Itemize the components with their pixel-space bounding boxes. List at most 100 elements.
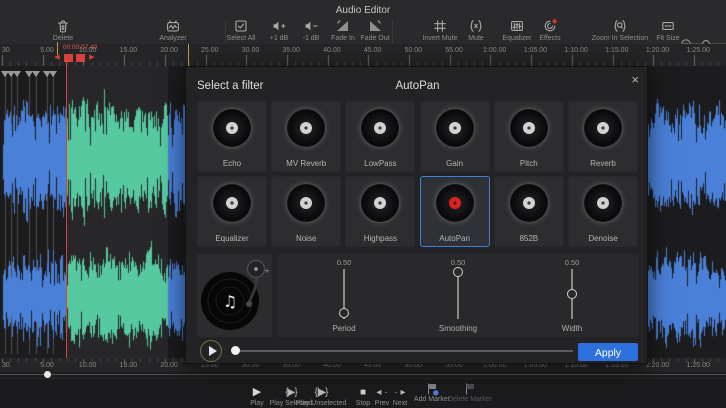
slider-thumb[interactable] <box>567 289 577 299</box>
ruler-time-label: 55.00 <box>445 47 463 54</box>
param-value: 0.50 <box>304 258 384 267</box>
toolbar-button-delete[interactable]: Delete <box>28 18 98 42</box>
apply-label: Apply <box>595 347 621 359</box>
ruler-time-label: 1:05.00 <box>524 47 547 54</box>
ruler-time-label: 15.00 <box>120 47 138 54</box>
timeline-ruler-top[interactable]: 305.0010.0015.0020.0025.0030.0035.0040.0… <box>0 44 726 67</box>
filter-tile-mv-reverb[interactable]: MV Reverb <box>271 101 341 172</box>
slider-thumb[interactable] <box>339 308 349 318</box>
fit-size-icon <box>633 18 703 34</box>
effects-icon <box>515 18 585 34</box>
playhead-handle[interactable] <box>76 54 85 62</box>
playhead-left-arrow[interactable]: ◀ <box>54 53 59 61</box>
toolbar-separator <box>392 20 393 44</box>
ruler-time-label: 30 <box>2 47 10 54</box>
ruler-time-label: 15.00 <box>120 362 138 369</box>
toolbar-button-effects[interactable]: Effects <box>515 18 585 42</box>
transport-button-delete-marker[interactable]: Delete Marker <box>439 382 501 403</box>
toolbar-label: Delete <box>28 35 98 42</box>
turntable-illustration: ♫ + <box>197 254 272 337</box>
param-slider-period: 0.50 Period <box>304 254 384 337</box>
ruler-time-label: 30.00 <box>242 47 260 54</box>
preview-progress-thumb[interactable] <box>231 346 240 355</box>
filter-preview-panel: ♫ + <box>197 254 272 337</box>
filter-name: Noise <box>272 234 340 243</box>
preview-progress-track[interactable] <box>234 350 573 352</box>
horizontal-scrollbar[interactable] <box>0 374 726 375</box>
filter-name: LowPass <box>346 159 414 168</box>
filter-tile-reverb[interactable]: Reverb <box>568 101 638 172</box>
filter-name: Denoise <box>569 234 637 243</box>
param-value: 0.50 <box>418 258 498 267</box>
filter-name: AutoPan <box>421 234 489 243</box>
ruler-time-label: 1:10.00 <box>564 47 587 54</box>
apply-button[interactable]: Apply <box>578 343 638 361</box>
playhead-line[interactable] <box>66 54 67 358</box>
filter-tile-gain[interactable]: Gain <box>420 101 490 172</box>
param-slider-smoothing: 0.50Smoothing <box>418 254 498 337</box>
filter-tile-denoise[interactable]: Denoise <box>568 176 638 247</box>
ruler-time-label: 20.00 <box>160 47 178 54</box>
vinyl-record-icon <box>503 102 555 154</box>
main-toolbar: DeleteAnalyzerSelect All+1 dB-1 dBFade I… <box>0 14 726 44</box>
selected-filter-name: AutoPan <box>186 80 649 92</box>
filter-name: 852B <box>495 234 563 243</box>
titlebar: Audio Editor <box>0 0 726 14</box>
ruler-time-label: 1:25.00 <box>687 362 710 369</box>
preview-play-button[interactable] <box>200 340 222 362</box>
toolbar-label: Effects <box>515 35 585 42</box>
vinyl-record-icon <box>206 177 258 229</box>
filter-tile-noise[interactable]: Noise <box>271 176 341 247</box>
filter-tile-lowpass[interactable]: LowPass <box>345 101 415 172</box>
playhead-time: 00:00:07.40 <box>63 44 97 51</box>
ruler-ticks <box>0 54 726 66</box>
playhead-right-arrow[interactable]: ▶ <box>89 53 94 61</box>
audio-editor-window: Audio Editor DeleteAnalyzerSelect All+1 … <box>0 0 726 408</box>
ruler-time-label: 1:20.00 <box>646 362 669 369</box>
ruler-time-label: 10.00 <box>79 362 97 369</box>
toolbar-button-fade-out[interactable]: Fade Out <box>340 18 410 42</box>
filter-tile-equalizer[interactable]: Equalizer <box>197 176 267 247</box>
vinyl-record-icon <box>206 102 258 154</box>
ruler-time-label: 30 <box>2 362 10 369</box>
toolbar-separator <box>225 20 226 44</box>
vinyl-record-icon <box>429 102 481 154</box>
filter-tile-852b[interactable]: 852B <box>494 176 564 247</box>
vinyl-record-icon <box>280 102 332 154</box>
ruler-time-label: 20.00 <box>160 362 178 369</box>
toolbar-label: Fade Out <box>340 35 410 42</box>
filter-tile-pitch[interactable]: Pitch <box>494 101 564 172</box>
svg-text:+: + <box>264 267 270 275</box>
param-slider-width: 0.50Width <box>532 254 612 337</box>
filter-name: Equalizer <box>198 234 266 243</box>
close-icon[interactable]: × <box>631 73 639 86</box>
waveform-left[interactable] <box>0 66 186 358</box>
filter-name: Highpass <box>346 234 414 243</box>
fade-out-icon <box>340 18 410 34</box>
ruler-time-label: 1:00.00 <box>483 47 506 54</box>
ruler-time-label: 1:15.00 <box>605 47 628 54</box>
delete-marker-icon <box>439 382 501 396</box>
waveform-right[interactable] <box>648 66 726 358</box>
ruler-time-label: 35.00 <box>282 47 300 54</box>
ruler-time-label: 25.00 <box>201 47 219 54</box>
transport-label: Delete Marker <box>439 396 501 403</box>
filter-tile-highpass[interactable]: Highpass <box>345 176 415 247</box>
filter-name: Reverb <box>569 159 637 168</box>
param-name: Period <box>304 324 384 333</box>
toolbar-button-analyzer[interactable]: Analyzer <box>138 18 208 42</box>
filter-name: MV Reverb <box>272 159 340 168</box>
transport-bar: ▶Play{▶}Play Selected{|▶}Play Unselected… <box>0 378 726 408</box>
ruler-time-label: 5.00 <box>40 362 54 369</box>
filter-name: Echo <box>198 159 266 168</box>
slider-thumb[interactable] <box>453 267 463 277</box>
ruler-time-label: 5.00 <box>40 47 54 54</box>
filter-tile-autopan[interactable]: AutoPan <box>420 176 490 247</box>
vinyl-record-icon <box>577 177 629 229</box>
filter-dialog: Select a filter AutoPan × EchoMV ReverbL… <box>185 66 648 364</box>
ruler-time-label: 1:25.00 <box>687 47 710 54</box>
vinyl-record-icon <box>503 177 555 229</box>
filter-tile-echo[interactable]: Echo <box>197 101 267 172</box>
analyzer-icon <box>138 18 208 34</box>
scrollbar-thumb[interactable] <box>44 371 51 378</box>
